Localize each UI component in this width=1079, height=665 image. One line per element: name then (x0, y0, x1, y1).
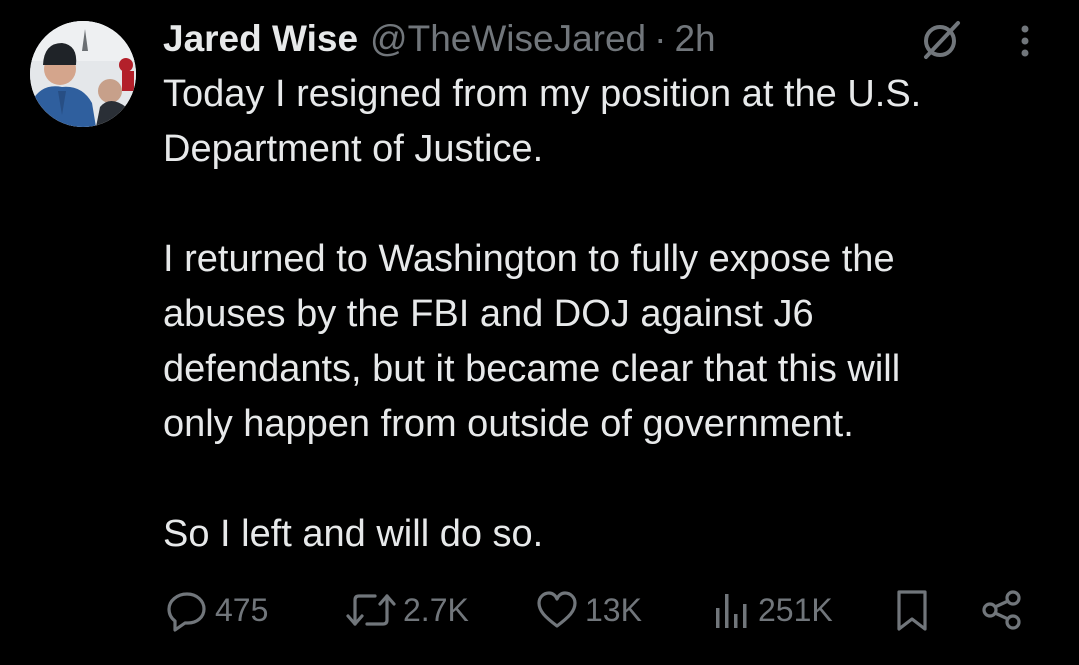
tweet-header: Jared Wise @TheWiseJared · 2h (163, 14, 716, 64)
repost-icon (346, 594, 396, 626)
tweet-line: defendants, but it became clear that thi… (163, 348, 901, 390)
avatar[interactable] (30, 21, 136, 127)
like-button[interactable]: 13K (535, 585, 642, 635)
heart-icon (537, 591, 577, 628)
views-button[interactable]: 251K (712, 585, 833, 635)
repost-button[interactable]: 2.7K (345, 585, 469, 635)
action-bar: 475 2.7K 13K 251K (0, 585, 1079, 635)
reply-count: 475 (215, 591, 269, 628)
view-count: 251K (758, 591, 833, 628)
tweet-line: Today I resigned from my position at the… (163, 73, 922, 115)
tweet-line: I returned to Washington to fully expose… (163, 238, 895, 280)
avatar-photo (30, 21, 136, 127)
reply-button[interactable]: 475 (165, 585, 268, 635)
tweet-line: only happen from outside of government. (163, 403, 854, 445)
paragraph-break (163, 452, 1043, 507)
more-options-icon[interactable] (1010, 20, 1040, 62)
bookmark-button[interactable] (892, 585, 932, 635)
grok-icon[interactable] (918, 17, 964, 63)
reply-icon (167, 592, 206, 632)
bar-chart-icon (716, 594, 747, 628)
display-name[interactable]: Jared Wise (163, 14, 358, 64)
separator-dot: · (654, 18, 667, 59)
tweet[interactable]: Jared Wise @TheWiseJared · 2h Today I re… (0, 0, 1079, 665)
timestamp[interactable]: 2h (674, 14, 715, 64)
share-icon (982, 590, 1021, 630)
tweet-line: So I left and will do so. (163, 513, 544, 555)
paragraph-break (163, 177, 1043, 232)
repost-count: 2.7K (403, 591, 469, 628)
tweet-line: abuses by the FBI and DOJ against J6 (163, 293, 814, 335)
tweet-line: Department of Justice. (163, 128, 544, 170)
like-count: 13K (585, 591, 642, 628)
user-handle[interactable]: @TheWiseJared (370, 14, 646, 64)
bookmark-icon (897, 590, 927, 631)
tweet-text: Today I resigned from my position at the… (163, 67, 1043, 562)
share-button[interactable] (980, 585, 1024, 635)
